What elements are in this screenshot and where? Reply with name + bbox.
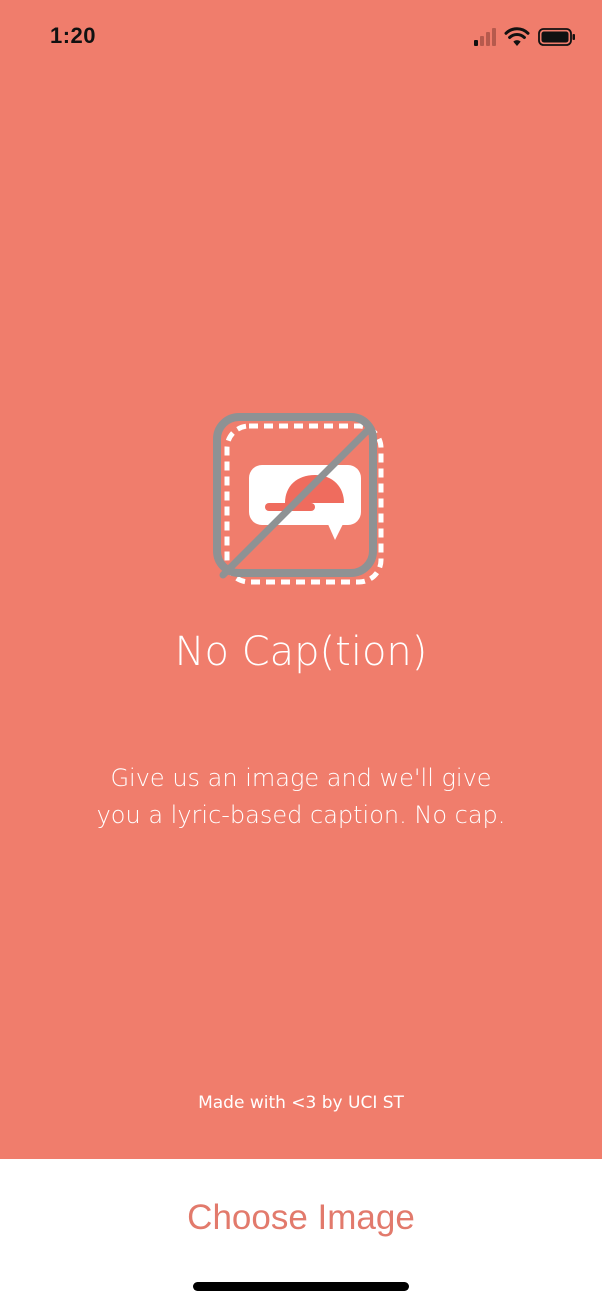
home-indicator — [193, 1282, 409, 1291]
no-caption-logo-icon — [213, 413, 384, 585]
app-screen: 1:20 No Cap(tion) Give us an image and w… — [0, 0, 602, 1304]
credit-text: Made with <3 by UCI ST — [198, 1093, 404, 1113]
app-title: No Cap(tion) — [174, 629, 428, 675]
status-time: 1:20 — [50, 23, 97, 48]
wifi-icon — [504, 27, 530, 46]
main-area: 1:20 No Cap(tion) Give us an image and w… — [0, 0, 602, 1159]
status-icons — [474, 26, 576, 48]
description-line-2: you a lyric-based caption. No cap. — [96, 801, 506, 829]
description-line-1: Give us an image and we'll give — [110, 764, 492, 792]
battery-icon — [538, 28, 575, 46]
choose-image-button[interactable]: Choose Image — [100, 1185, 502, 1251]
cellular-signal-icon — [474, 28, 496, 46]
description: Give us an image and we'll give you a ly… — [51, 760, 551, 834]
